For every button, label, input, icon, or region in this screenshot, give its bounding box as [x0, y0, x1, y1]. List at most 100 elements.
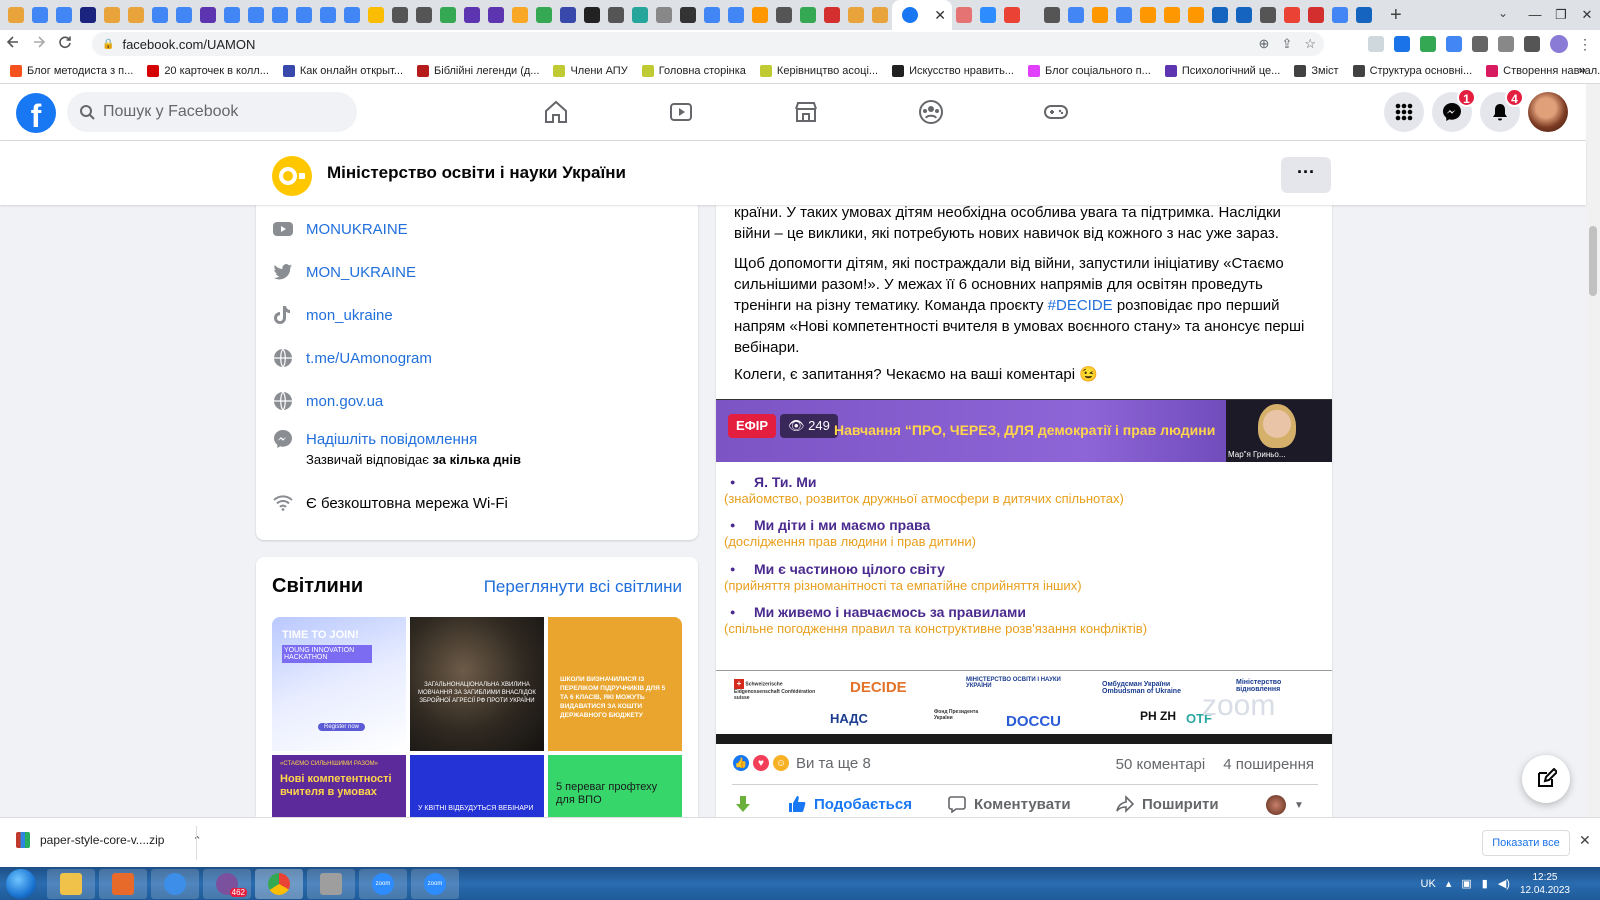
photo-thumbnail[interactable]: 5 переваг профтеху для ВПО: [548, 755, 682, 817]
tab-favicon[interactable]: [344, 7, 360, 23]
send-message-link[interactable]: Надішліть повідомлення: [306, 431, 477, 448]
tab-favicon[interactable]: [1356, 7, 1372, 23]
page-logo[interactable]: [272, 156, 312, 196]
taskbar-explorer[interactable]: [47, 869, 95, 899]
taskbar-zoom-1[interactable]: zoom: [359, 869, 407, 899]
tab-favicon[interactable]: [8, 7, 24, 23]
tab-favicon[interactable]: [1140, 7, 1156, 23]
url-text[interactable]: facebook.com/UAMON: [122, 37, 255, 52]
menu-button[interactable]: [1384, 92, 1424, 132]
tab-favicon[interactable]: [1236, 7, 1252, 23]
tab-favicon[interactable]: [608, 7, 624, 23]
new-tab-button[interactable]: +: [1390, 4, 1402, 27]
bookmarks-overflow-button[interactable]: »: [1579, 62, 1586, 77]
restore-button[interactable]: ❐: [1548, 0, 1574, 30]
forward-button[interactable]: [26, 35, 52, 53]
bookmark-item[interactable]: Члени АПУ: [553, 64, 628, 77]
start-button[interactable]: [6, 869, 36, 899]
photo-thumbnail[interactable]: У КВІТНІ ВІДБУДУТЬСЯ ВЕБІНАРИ: [410, 755, 544, 817]
tab-favicon[interactable]: [1188, 7, 1204, 23]
tab-favicon[interactable]: [464, 7, 480, 23]
menu-kebab-icon[interactable]: ⋮: [1578, 36, 1592, 53]
facebook-search[interactable]: Пошук у Facebook: [67, 92, 357, 132]
power-icon[interactable]: ▮: [1482, 877, 1488, 890]
nav-home[interactable]: [493, 84, 618, 140]
side-panel-icon[interactable]: [1524, 36, 1540, 52]
tab-favicon[interactable]: [584, 7, 600, 23]
tab-favicon[interactable]: [272, 7, 288, 23]
tab-favicon[interactable]: [656, 7, 672, 23]
tab-favicon[interactable]: [1212, 7, 1228, 23]
notifications-button[interactable]: 4: [1480, 88, 1524, 132]
tab-favicon[interactable]: [536, 7, 552, 23]
bookmark-item[interactable]: Біблійні легенди (д...: [417, 64, 539, 77]
download-arrow-icon[interactable]: [734, 795, 752, 813]
photo-thumbnail[interactable]: «СТАЄМО СИЛЬНІШИМИ РАЗОМ» Нові компетент…: [272, 755, 406, 817]
lock-icon[interactable]: 🔒: [102, 39, 114, 50]
share-icon[interactable]: ⇪: [1281, 36, 1292, 52]
reaction-identity-switcher[interactable]: ▼: [1266, 795, 1304, 815]
minimize-button[interactable]: —: [1522, 0, 1548, 30]
close-window-button[interactable]: ✕: [1574, 0, 1600, 30]
tab-favicon[interactable]: [416, 7, 432, 23]
bookmark-item[interactable]: Головна сторінка: [641, 64, 746, 77]
bookmark-item[interactable]: 20 карточек в колл...: [147, 64, 269, 77]
volume-icon[interactable]: ◀): [1498, 877, 1510, 890]
bookmark-item[interactable]: Искусство нравить...: [892, 64, 1014, 77]
address-bar[interactable]: 🔒 facebook.com/UAMON ⊕ ⇪ ☆: [92, 32, 1324, 56]
tab-favicon[interactable]: [752, 7, 768, 23]
nav-gaming[interactable]: [993, 84, 1118, 140]
facebook-logo[interactable]: f: [16, 93, 56, 134]
bookmark-label[interactable]: Блог соціального п...: [1045, 65, 1151, 77]
reactions-text[interactable]: Ви та ще 8: [796, 755, 871, 772]
taskbar-zoom-2[interactable]: zoom: [411, 869, 459, 899]
tab-favicon[interactable]: [392, 7, 408, 23]
bookmark-label[interactable]: Біблійні легенди (д...: [434, 65, 539, 77]
tab-favicon[interactable]: [776, 7, 792, 23]
share-button[interactable]: Поширити: [1116, 795, 1219, 813]
page-scrollbar[interactable]: [1586, 84, 1600, 817]
download-extension-icon[interactable]: [1420, 36, 1436, 52]
photo-thumbnail[interactable]: ЗАГАЛЬНОНАЦІОНАЛЬНА ХВИЛИНА МОВЧАННЯ ЗА …: [410, 617, 544, 751]
reactions-summary[interactable]: 👍 ♥ ☺ Ви та ще 8: [732, 754, 871, 772]
tab-favicon[interactable]: [128, 7, 144, 23]
tab-search-icon[interactable]: ⌄: [1498, 6, 1508, 20]
taskbar-media-player[interactable]: [99, 869, 147, 899]
bookmark-label[interactable]: Блог методиста з п...: [27, 65, 133, 77]
bookmark-item[interactable]: Блог соціального п...: [1027, 64, 1151, 77]
tab-favicon[interactable]: [680, 7, 696, 23]
taskbar-viber[interactable]: 462: [203, 869, 251, 899]
show-all-downloads-button[interactable]: Показати все: [1482, 830, 1570, 856]
youtube-link[interactable]: MONUKRAINE: [306, 221, 408, 238]
bookmark-item[interactable]: Психологічний це...: [1164, 64, 1281, 77]
new-message-button[interactable]: [1522, 755, 1570, 803]
share-label[interactable]: Поширити: [1142, 796, 1219, 813]
page-more-button[interactable]: ···: [1281, 157, 1331, 193]
tab-favicon[interactable]: [512, 7, 528, 23]
tab-favicon[interactable]: [728, 7, 744, 23]
tab-favicon[interactable]: [800, 7, 816, 23]
network-icon[interactable]: ▣: [1461, 877, 1471, 890]
back-button[interactable]: [0, 35, 26, 53]
taskbar-ie[interactable]: [151, 869, 199, 899]
taskbar-printer[interactable]: [307, 869, 355, 899]
tab-favicon[interactable]: [704, 7, 720, 23]
reading-list-icon[interactable]: [1498, 36, 1514, 52]
bookmark-item[interactable]: Как онлайн открыт...: [282, 64, 403, 77]
tab-favicon[interactable]: [1004, 7, 1020, 23]
zoom-icon[interactable]: ⊕: [1259, 36, 1270, 52]
twitter-link[interactable]: MON_UKRAINE: [306, 264, 416, 281]
tab-favicon[interactable]: [1284, 7, 1300, 23]
photo-thumbnail[interactable]: ШКОЛИ ВИЗНАЧИЛИСЯ ІЗ ПЕРЕЛІКОМ ПІДРУЧНИК…: [548, 617, 682, 751]
bookmark-item[interactable]: Зміст: [1294, 64, 1339, 77]
search-placeholder[interactable]: Пошук у Facebook: [103, 103, 238, 121]
tab-favicon[interactable]: [560, 7, 576, 23]
bookmark-label[interactable]: Психологічний це...: [1182, 65, 1281, 77]
tab-favicon[interactable]: [1332, 7, 1348, 23]
tab-favicon[interactable]: [1260, 7, 1276, 23]
tab-favicon[interactable]: [1044, 7, 1060, 23]
tray-chevron-icon[interactable]: ▴: [1446, 877, 1452, 890]
shares-count[interactable]: 4 поширення: [1223, 756, 1314, 773]
comments-count[interactable]: 50 коментарі: [1116, 756, 1206, 773]
clock[interactable]: 12:25 12.04.2023: [1520, 871, 1570, 897]
